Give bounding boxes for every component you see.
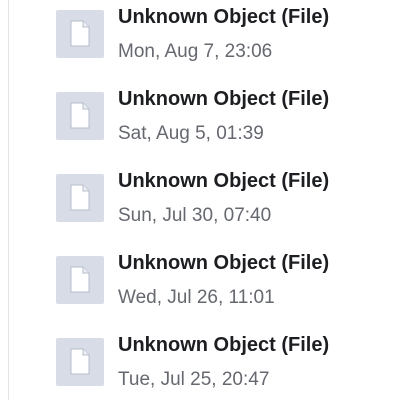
item-date: Sun, Jul 30, 07:40 [118,205,272,226]
list-item[interactable]: Unknown Object (File) Sun, Jul 30, 07:40 [0,164,400,246]
list-item[interactable]: Unknown Object (File) Wed, Jul 26, 11:01 [0,246,400,328]
file-icon [70,20,90,47]
list-item[interactable]: Unknown Object (File) Mon, Aug 7, 23:06 [0,0,400,82]
file-icon [70,102,90,129]
file-icon [70,348,90,375]
list-item[interactable]: Unknown Object (File) Sat, Aug 5, 01:39 [0,82,400,164]
file-thumbnail [56,10,104,58]
item-title: Unknown Object (File) [118,6,330,28]
file-thumbnail [56,174,104,222]
item-title: Unknown Object (File) [118,88,330,110]
file-thumbnail [56,92,104,140]
item-date: Wed, Jul 26, 11:01 [118,287,275,308]
item-date: Mon, Aug 7, 23:06 [118,41,273,62]
file-list: Unknown Object (File) Mon, Aug 7, 23:06 … [0,0,400,400]
list-item[interactable]: Unknown Object (File) Tue, Jul 25, 20:47 [0,328,400,400]
file-thumbnail [56,256,104,304]
file-list-pane: Unknown Object (File) Mon, Aug 7, 23:06 … [0,0,400,400]
item-date: Tue, Jul 25, 20:47 [118,369,270,390]
item-date: Sat, Aug 5, 01:39 [118,123,264,144]
file-icon [70,184,90,211]
item-title: Unknown Object (File) [118,334,330,356]
file-thumbnail [56,338,104,386]
item-title: Unknown Object (File) [118,252,330,274]
item-title: Unknown Object (File) [118,170,330,192]
file-icon [70,266,90,293]
